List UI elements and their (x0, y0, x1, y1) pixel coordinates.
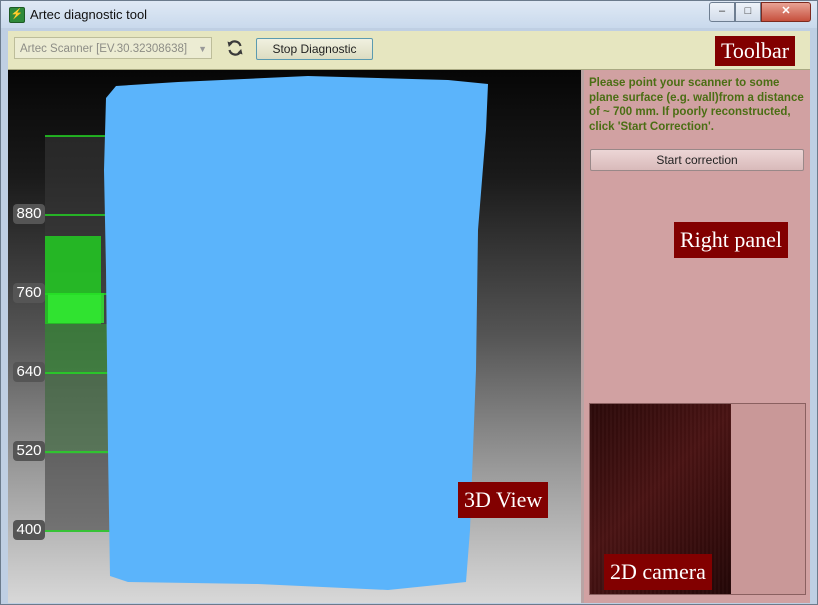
3d-view-annotation: 3D View (458, 482, 549, 518)
title-bar[interactable]: ⚡ Artec diagnostic tool – □ ✕ (1, 1, 817, 28)
start-correction-button[interactable]: Start correction (590, 149, 804, 171)
depth-highlight-peak (48, 293, 104, 323)
app-window: ⚡ Artec diagnostic tool – □ ✕ Artec Scan… (0, 0, 818, 605)
depth-tick-label: 880 (13, 204, 45, 224)
2d-camera-view: 2D camera (589, 403, 806, 595)
depth-tick-label: 760 (13, 283, 45, 303)
minimize-button[interactable]: – (709, 2, 735, 22)
depth-lower-fade (45, 374, 115, 454)
depth-tick-label: 640 (13, 362, 45, 382)
toolbar: Artec Scanner [EV.30.32308638] ▼ Stop Di… (8, 31, 810, 70)
chevron-down-icon: ▼ (198, 44, 207, 54)
app-icon: ⚡ (9, 7, 25, 23)
3d-view[interactable]: 880 760 640 520 400 (8, 70, 581, 603)
refresh-icon[interactable] (225, 38, 245, 58)
instruction-text: Please point your scanner to some plane … (589, 77, 804, 133)
2d-camera-annotation: 2D camera (604, 554, 712, 590)
maximize-button[interactable]: □ (735, 2, 761, 22)
window-title: Artec diagnostic tool (30, 7, 148, 22)
right-panel: Please point your scanner to some plane … (584, 70, 810, 603)
3d-view-canvas (45, 76, 488, 590)
close-button[interactable]: ✕ (761, 2, 811, 22)
depth-tick-label: 400 (13, 520, 45, 540)
scanner-select[interactable]: Artec Scanner [EV.30.32308638] ▼ (14, 37, 212, 59)
toolbar-annotation: Toolbar (715, 36, 796, 66)
depth-tick-label: 520 (13, 441, 45, 461)
right-panel-annotation: Right panel (674, 222, 789, 258)
scanned-surface (104, 76, 488, 590)
stop-diagnostic-button[interactable]: Stop Diagnostic (256, 38, 373, 60)
depth-lower-band (45, 324, 115, 374)
scanner-select-value: Artec Scanner [EV.30.32308638] (20, 43, 188, 55)
